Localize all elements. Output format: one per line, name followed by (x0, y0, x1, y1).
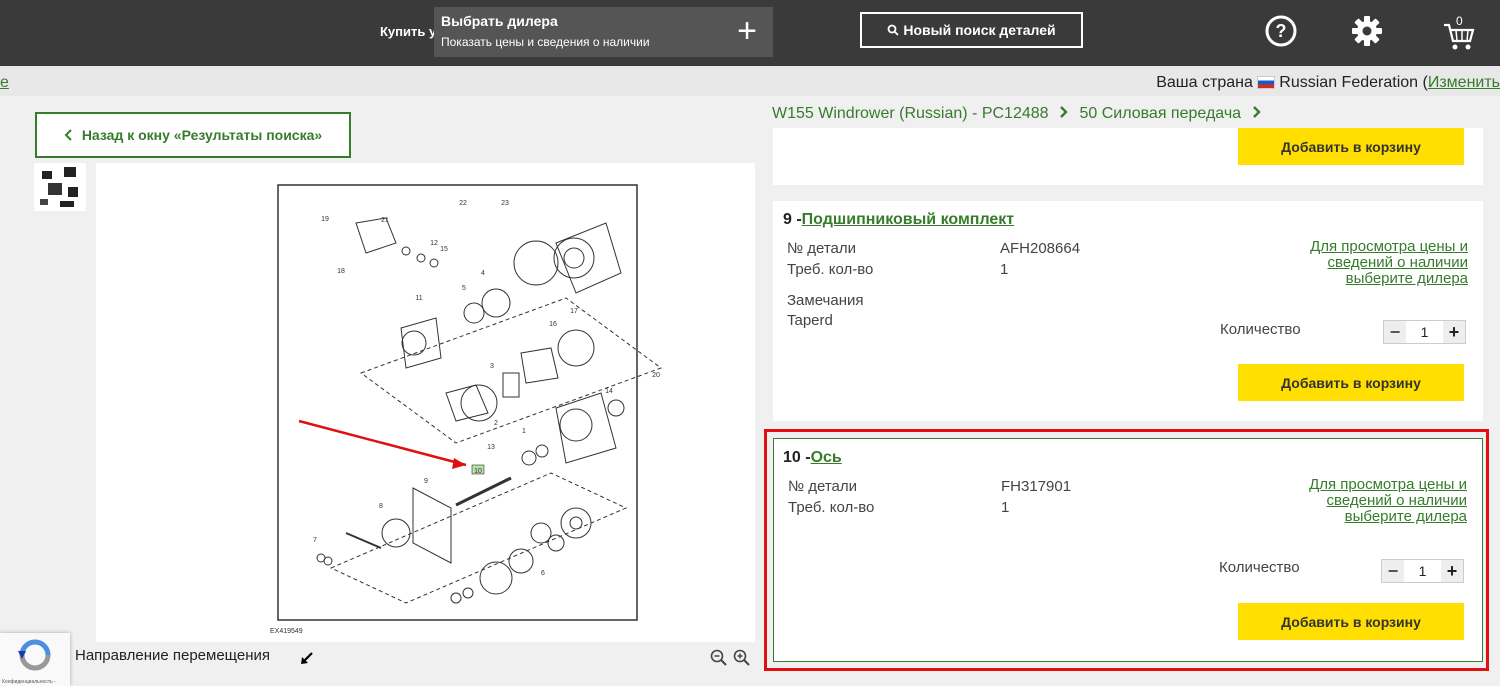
zoom-in-icon[interactable] (733, 649, 751, 667)
diagram-thumbnail[interactable] (34, 163, 86, 211)
chevron-left-icon (64, 129, 72, 141)
country-prefix: Ваша страна (1156, 74, 1253, 91)
part-card-10: 10 -Ось № детали FH317901 Треб. кол-во 1… (773, 438, 1483, 662)
cart-count-badge: 0 (1456, 14, 1463, 28)
buy-from-label: Купить у (380, 24, 437, 39)
quantity-label: Количество (1220, 321, 1301, 338)
part-card-8: Добавить в корзину (773, 128, 1483, 185)
diagram-callout-18: 18 (337, 268, 345, 275)
pan-direction-label: Направление перемещения (75, 647, 270, 664)
new-part-search-button[interactable]: Новый поиск деталей (860, 12, 1083, 48)
diagram-callout-8: 8 (379, 503, 383, 510)
part-number-value: AFH208664 (1000, 240, 1081, 257)
diagram-callout-3: 3 (490, 363, 494, 370)
back-to-results-label: Назад к окну «Результаты поиска» (81, 127, 323, 143)
select-dealer-button[interactable]: Выбрать дилера Показать цены и сведения … (434, 7, 773, 57)
minus-icon[interactable]: − (1382, 560, 1404, 582)
add-to-cart-button[interactable]: Добавить в корзину (1238, 364, 1464, 401)
quantity-stepper[interactable]: − 1 + (1381, 559, 1464, 583)
add-to-cart-button[interactable]: Добавить в корзину (1238, 128, 1464, 165)
diagram-callout-11: 11 (415, 295, 422, 302)
minus-icon[interactable]: − (1384, 321, 1406, 343)
part-number-value: FH317901 (1001, 478, 1072, 495)
chevron-right-icon (1252, 106, 1261, 118)
diagram-callout-4: 4 (481, 270, 485, 277)
plus-icon[interactable]: + (1443, 321, 1465, 343)
diagram-callout-22: 22 (459, 200, 467, 207)
part-title: 9 -Подшипниковый комплект (783, 211, 1014, 229)
diagram-callout-9: 9 (424, 478, 428, 485)
remarks-value: Taperd (787, 312, 833, 329)
russia-flag-icon (1257, 76, 1276, 90)
diagram-callout-19: 19 (321, 216, 329, 223)
select-dealer-subtitle: Показать цены и сведения о наличии (441, 35, 650, 49)
new-part-search-label: Новый поиск деталей (903, 22, 1056, 38)
diagram-callout-15: 15 (440, 246, 448, 253)
part-number-label: № детали (787, 240, 857, 257)
diagram-callout-20: 20 (652, 372, 660, 379)
pan-direction-arrow-icon[interactable] (300, 651, 314, 665)
quantity-stepper[interactable]: − 1 + (1383, 320, 1466, 344)
remarks-label: Замечания (787, 292, 864, 309)
chevron-right-icon (1060, 106, 1068, 118)
svg-text:?: ? (1276, 21, 1287, 41)
back-to-results-button[interactable]: Назад к окну «Результаты поиска» (35, 112, 351, 158)
recaptcha-text: Конфиденциальность - (2, 679, 56, 685)
breadcrumb-model-link[interactable]: W155 Windrower (Russian) - PC12488 (772, 105, 1049, 122)
change-country-link[interactable]: Изменить (1428, 74, 1500, 91)
part-name-link[interactable]: Подшипниковый комплект (802, 211, 1014, 228)
required-qty-label: Треб. кол-во (788, 499, 875, 516)
recaptcha-icon (18, 639, 51, 671)
diagram-callout-5: 5 (462, 285, 466, 292)
price-availability-link[interactable]: Для просмотра цены и сведений о наличии … (1307, 477, 1467, 525)
diagram-callout-2: 2 (494, 420, 498, 427)
diagram-callout-23: 23 (501, 200, 509, 207)
top-header: Купить у Выбрать дилера Показать цены и … (0, 0, 1500, 66)
required-qty-value: 1 (1001, 499, 1010, 516)
part-number-label: № детали (788, 478, 858, 495)
price-availability-link[interactable]: Для просмотра цены и сведений о наличии … (1308, 239, 1468, 287)
search-icon (887, 24, 900, 36)
gear-icon[interactable] (1350, 14, 1384, 48)
quantity-value[interactable]: 1 (1404, 560, 1441, 582)
part-number-index: 10 - (783, 449, 811, 466)
breadcrumb: W155 Windrower (Russian) - PC12488 50 Си… (772, 105, 1268, 123)
diagram-callout-7: 7 (313, 537, 317, 544)
plus-icon: + (737, 12, 757, 50)
add-to-cart-button[interactable]: Добавить в корзину (1238, 603, 1464, 640)
country-selector: Ваша страна Russian Federation (Изменить (1156, 74, 1500, 92)
diagram-callout-6: 6 (541, 570, 545, 577)
required-qty-label: Треб. кол-во (787, 261, 874, 278)
diagram-callout-13: 13 (487, 444, 495, 451)
diagram-callout-21: 21 (381, 217, 389, 224)
part-name-link[interactable]: Ось (811, 449, 842, 466)
diagram-callout-12: 12 (430, 240, 438, 247)
part-number-index: 9 - (783, 211, 802, 228)
diagram-callout-1: 1 (522, 428, 526, 435)
diagram-callout-14: 14 (605, 388, 613, 395)
left-edge-link[interactable]: e (0, 74, 9, 92)
zoom-out-icon[interactable] (710, 649, 728, 667)
diagram-code: EX419549 (270, 628, 303, 635)
diagram-callout-10[interactable]: 10 (474, 468, 482, 475)
part-title: 10 -Ось (783, 449, 842, 467)
breadcrumb-section-link[interactable]: 50 Силовая передача (1079, 105, 1241, 122)
part-card-9: 9 -Подшипниковый комплект № детали AFH20… (773, 201, 1483, 421)
plus-icon[interactable]: + (1441, 560, 1463, 582)
required-qty-value: 1 (1000, 261, 1009, 278)
quantity-value[interactable]: 1 (1406, 321, 1443, 343)
select-dealer-title: Выбрать дилера (441, 13, 558, 29)
country-name: Russian Federation (1279, 74, 1419, 91)
diagram-callout-16: 16 (549, 321, 557, 328)
diagram-callout-17: 17 (570, 308, 578, 315)
recaptcha-badge[interactable]: Конфиденциальность - (0, 633, 70, 686)
exploded-parts-diagram[interactable]: 19 21 22 23 12 15 18 11 5 4 17 16 3 2 20 14 1 13 10 9 8 7 6 EX… (96, 163, 755, 642)
quantity-label: Количество (1219, 559, 1300, 576)
help-icon[interactable]: ? (1264, 14, 1298, 48)
